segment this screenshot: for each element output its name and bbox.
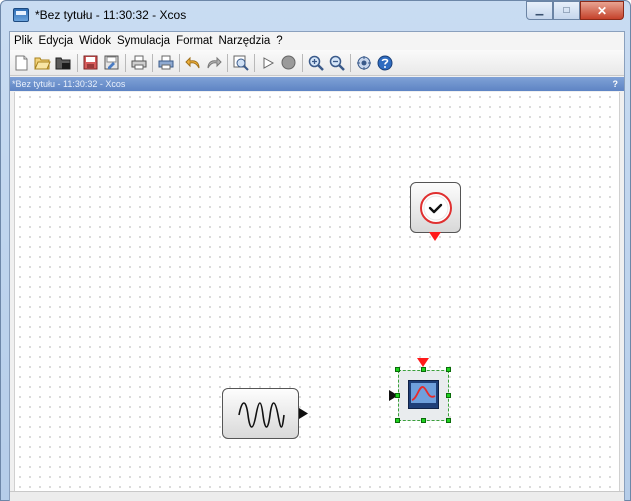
- start-icon: [263, 56, 274, 69]
- menu-help[interactable]: ?: [274, 35, 286, 47]
- toolbar-separator: [227, 53, 228, 72]
- fit-diagram-button[interactable]: [231, 53, 250, 72]
- scope-event-input-port[interactable]: [417, 358, 429, 367]
- menu-bar: Plik Edycja Widok Symulacja Format Narzę…: [10, 32, 624, 50]
- menu-format[interactable]: Format: [174, 35, 216, 47]
- redo-icon: [207, 56, 222, 69]
- toolbar: [10, 50, 624, 76]
- palette-browser-button[interactable]: [354, 53, 373, 72]
- clock-icon: [420, 192, 452, 224]
- zoom-in-button[interactable]: [306, 53, 325, 72]
- menu-edit[interactable]: Edycja: [37, 35, 78, 47]
- print-icon: [131, 55, 146, 70]
- palette-browser-icon: [356, 55, 371, 70]
- status-bar: [10, 491, 624, 501]
- menu-tools[interactable]: Narzędzia: [217, 35, 275, 47]
- toolbar-separator: [350, 53, 351, 72]
- open-button[interactable]: [33, 53, 52, 72]
- save-button[interactable]: [81, 53, 100, 72]
- stop-button[interactable]: [279, 53, 298, 72]
- sine-generator-block[interactable]: [222, 388, 299, 439]
- window-controls: ▁ □ ✕: [526, 1, 624, 21]
- resize-handle[interactable]: [395, 418, 400, 423]
- print-button[interactable]: [129, 53, 148, 72]
- resize-handle[interactable]: [446, 367, 451, 372]
- zoom-out-button[interactable]: [327, 53, 346, 72]
- toolbar-separator: [302, 53, 303, 72]
- client-area: Plik Edycja Widok Symulacja Format Narzę…: [9, 31, 625, 501]
- clock-block[interactable]: [410, 182, 461, 233]
- minimize-button[interactable]: ▁: [526, 1, 553, 20]
- clock-event-output-port[interactable]: [429, 232, 441, 241]
- resize-handle[interactable]: [395, 367, 400, 372]
- save-icon: [83, 55, 98, 70]
- maximize-button[interactable]: □: [553, 1, 580, 20]
- scope-block[interactable]: [395, 367, 451, 423]
- save-as-button[interactable]: [102, 53, 121, 72]
- start-button[interactable]: [258, 53, 277, 72]
- export-button[interactable]: [156, 53, 175, 72]
- toolbar-separator: [152, 53, 153, 72]
- menu-simulation[interactable]: Symulacja: [115, 35, 174, 47]
- title-bar[interactable]: *Bez tytułu - 11:30:32 - Xcos ▁ □ ✕: [1, 1, 630, 29]
- sine-output-port[interactable]: [299, 408, 308, 419]
- save-as-icon: [104, 55, 119, 70]
- diagram-tab-bar: *Bez tytułu - 11:30:32 - Xcos ?: [10, 77, 624, 91]
- open-in-scilab-button[interactable]: [54, 53, 73, 72]
- fit-diagram-icon: [233, 55, 249, 71]
- diagram-tab-title: *Bez tytułu - 11:30:32 - Xcos: [12, 79, 126, 89]
- diagram-canvas[interactable]: [14, 92, 620, 491]
- close-button[interactable]: ✕: [580, 1, 624, 20]
- toolbar-separator: [125, 53, 126, 72]
- undo-icon: [184, 56, 199, 69]
- help-icon: [377, 55, 392, 70]
- resize-handle[interactable]: [446, 418, 451, 423]
- resize-handle[interactable]: [395, 393, 400, 398]
- sine-wave-icon: [238, 402, 285, 428]
- diagram-help-button[interactable]: ?: [613, 77, 619, 91]
- window-title: *Bez tytułu - 11:30:32 - Xcos: [35, 8, 187, 22]
- zoom-out-icon: [329, 55, 345, 71]
- help-button[interactable]: [375, 53, 394, 72]
- menu-file[interactable]: Plik: [12, 35, 37, 47]
- new-diagram-icon: [15, 55, 28, 70]
- toolbar-separator: [77, 53, 78, 72]
- open-in-scilab-icon: [55, 57, 71, 70]
- resize-handle[interactable]: [421, 367, 426, 372]
- toolbar-separator: [179, 53, 180, 72]
- resize-handle[interactable]: [421, 418, 426, 423]
- undo-button[interactable]: [183, 53, 202, 72]
- redo-button[interactable]: [204, 53, 223, 72]
- scope-icon: [408, 380, 439, 409]
- stop-icon: [281, 55, 296, 70]
- menu-view[interactable]: Widok: [77, 35, 115, 47]
- open-icon: [34, 57, 51, 70]
- resize-handle[interactable]: [446, 393, 451, 398]
- xcos-app-icon: [13, 8, 29, 22]
- zoom-in-icon: [308, 55, 324, 71]
- export-icon: [158, 55, 173, 70]
- app-window: *Bez tytułu - 11:30:32 - Xcos ▁ □ ✕ Plik…: [0, 0, 631, 501]
- new-diagram-button[interactable]: [12, 53, 31, 72]
- toolbar-separator: [254, 53, 255, 72]
